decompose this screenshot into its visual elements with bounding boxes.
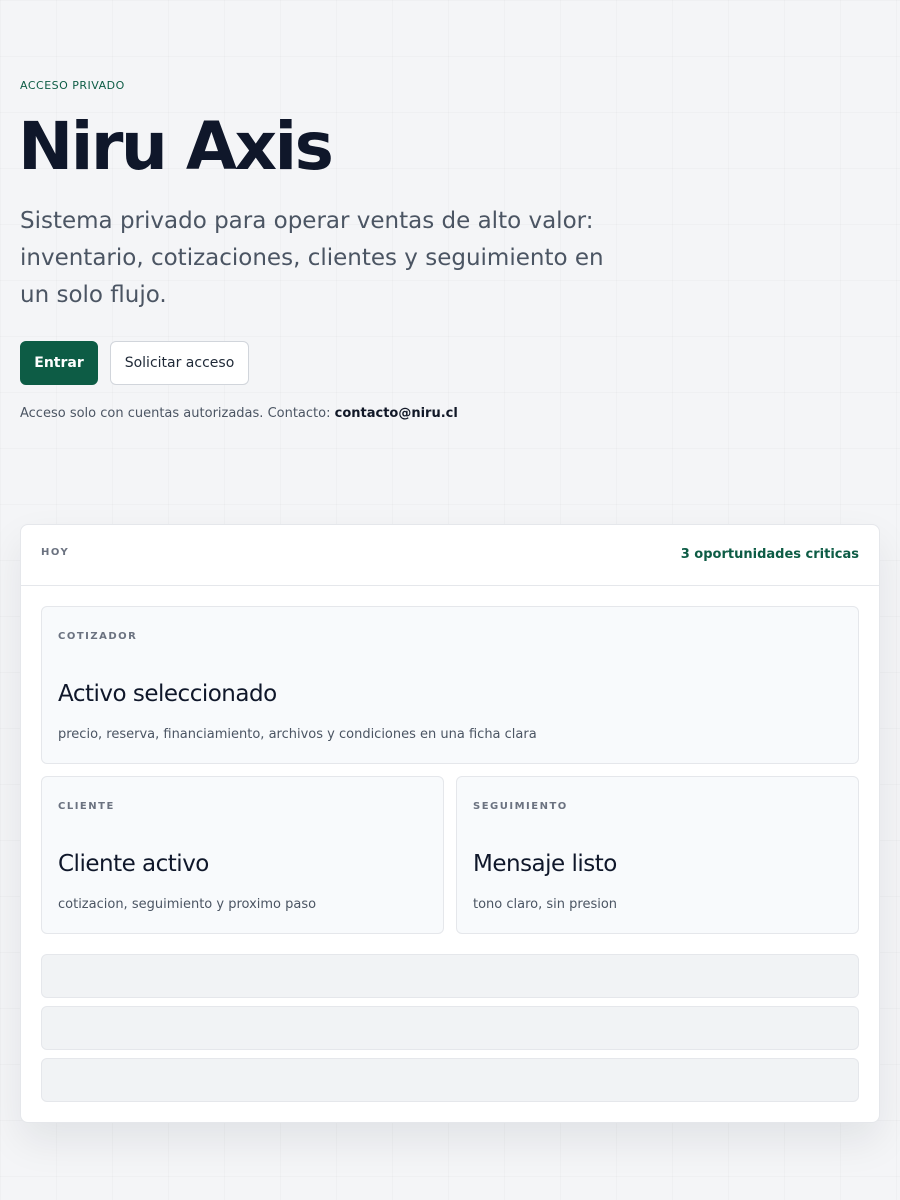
access-note: Acceso solo con cuentas autorizadas. Con…	[20, 406, 458, 421]
panel-title: Mensaje listo	[473, 851, 617, 877]
skeleton-row	[41, 954, 859, 998]
panel-description: tono claro, sin presion	[473, 897, 618, 912]
panel-description: cotizacion, seguimiento y proximo paso	[58, 897, 317, 912]
panel-title: Cliente activo	[58, 851, 209, 877]
critical-opportunities-count: 3 oportunidades criticas	[680, 547, 859, 562]
card-header-label: HOY	[41, 547, 70, 558]
page-subtitle: Sistema privado para operar ventas de al…	[20, 208, 604, 308]
access-note-text: Acceso solo con cuentas autorizadas. Con…	[20, 406, 335, 421]
panel-label: CLIENTE	[58, 801, 115, 812]
login-button[interactable]: Entrar	[20, 341, 98, 385]
card-header: HOY 3 oportunidades criticas	[21, 525, 879, 586]
panel-title: Activo seleccionado	[58, 681, 277, 707]
quoter-panel: COTIZADOR Activo seleccionado precio, re…	[41, 606, 859, 764]
client-panel: CLIENTE Cliente activo cotizacion, segui…	[41, 776, 444, 934]
contact-email-link[interactable]: contacto@niru.cl	[335, 406, 458, 421]
page-title: Niru Axis	[18, 108, 334, 185]
eyebrow-label: ACCESO PRIVADO	[20, 79, 125, 92]
panel-description: precio, reserva, financiamiento, archivo…	[58, 727, 537, 742]
panel-label: SEGUIMIENTO	[473, 801, 568, 812]
panel-label: COTIZADOR	[58, 631, 138, 642]
skeleton-row	[41, 1058, 859, 1102]
dashboard-preview-card: HOY 3 oportunidades criticas COTIZADOR A…	[20, 524, 880, 1123]
followup-panel: SEGUIMIENTO Mensaje listo tono claro, si…	[456, 776, 859, 934]
skeleton-row	[41, 1006, 859, 1050]
request-access-button[interactable]: Solicitar acceso	[110, 341, 249, 385]
